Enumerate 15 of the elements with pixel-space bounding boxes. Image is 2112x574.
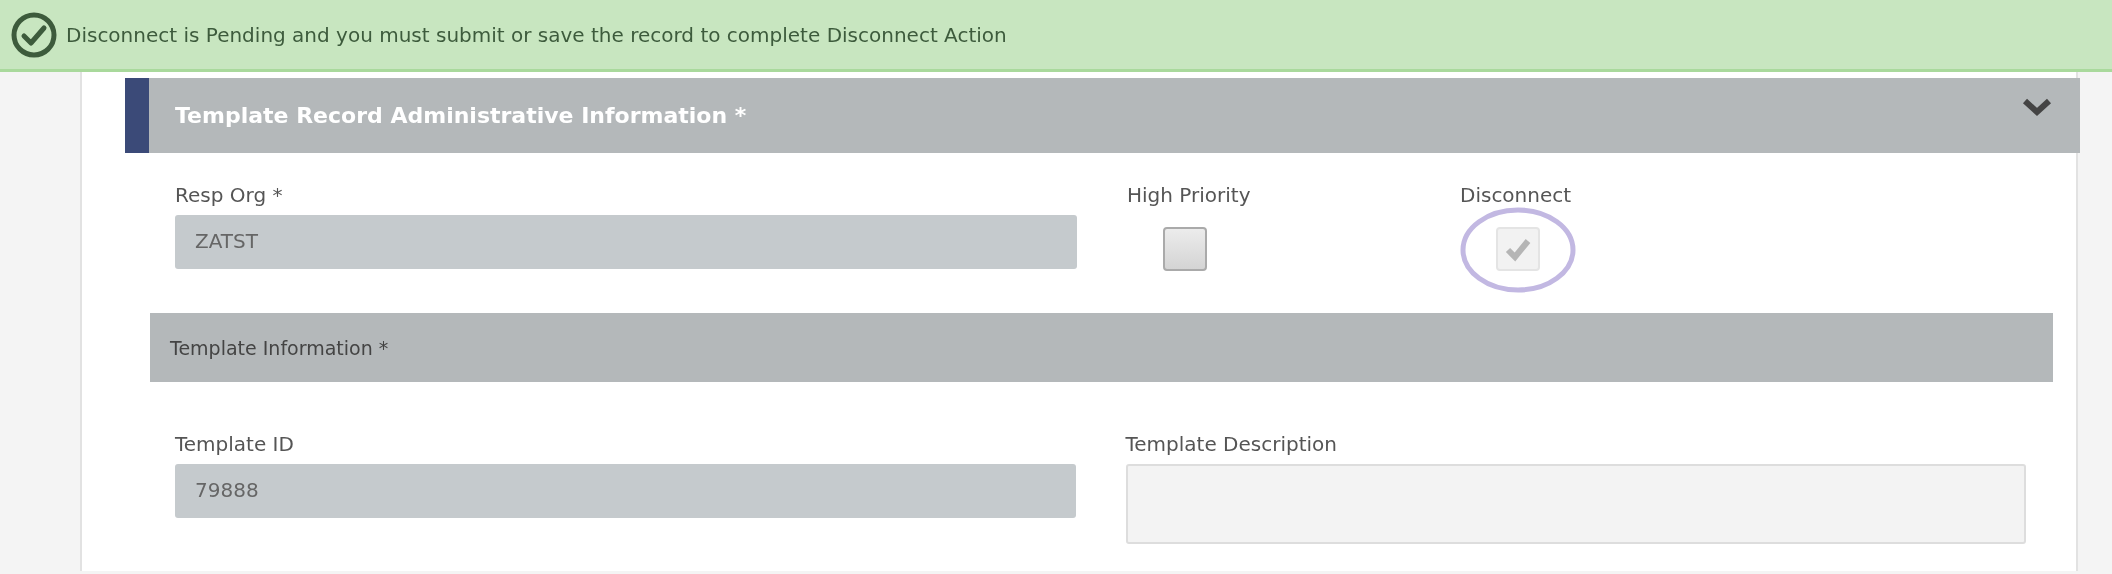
subsection-title: Template Information * <box>170 336 389 359</box>
field-label: Template Description <box>1125 432 1339 456</box>
resp-org-field[interactable]: ZATST <box>175 215 1077 269</box>
template-description-field[interactable] <box>1125 464 2026 544</box>
field-label: Template ID <box>175 432 295 456</box>
chevron-icon[interactable] <box>2022 96 2052 117</box>
banner-message: Disconnect is Pending and you must submit or save the record to complete Disconnect Action <box>66 22 1007 47</box>
template-id-field[interactable]: 79888 <box>175 464 1076 518</box>
section-title: Template Record Administrative Information * <box>175 103 748 128</box>
checkbox-label: High Priority <box>1127 183 1251 207</box>
section-header[interactable]: Template Record Administrative Information * <box>125 78 2080 153</box>
check-circle-icon <box>10 10 58 59</box>
checkbox[interactable] <box>1163 227 1207 271</box>
field-label: Resp Org * <box>175 183 284 207</box>
checkbox-label: Disconnect <box>1460 183 1573 207</box>
